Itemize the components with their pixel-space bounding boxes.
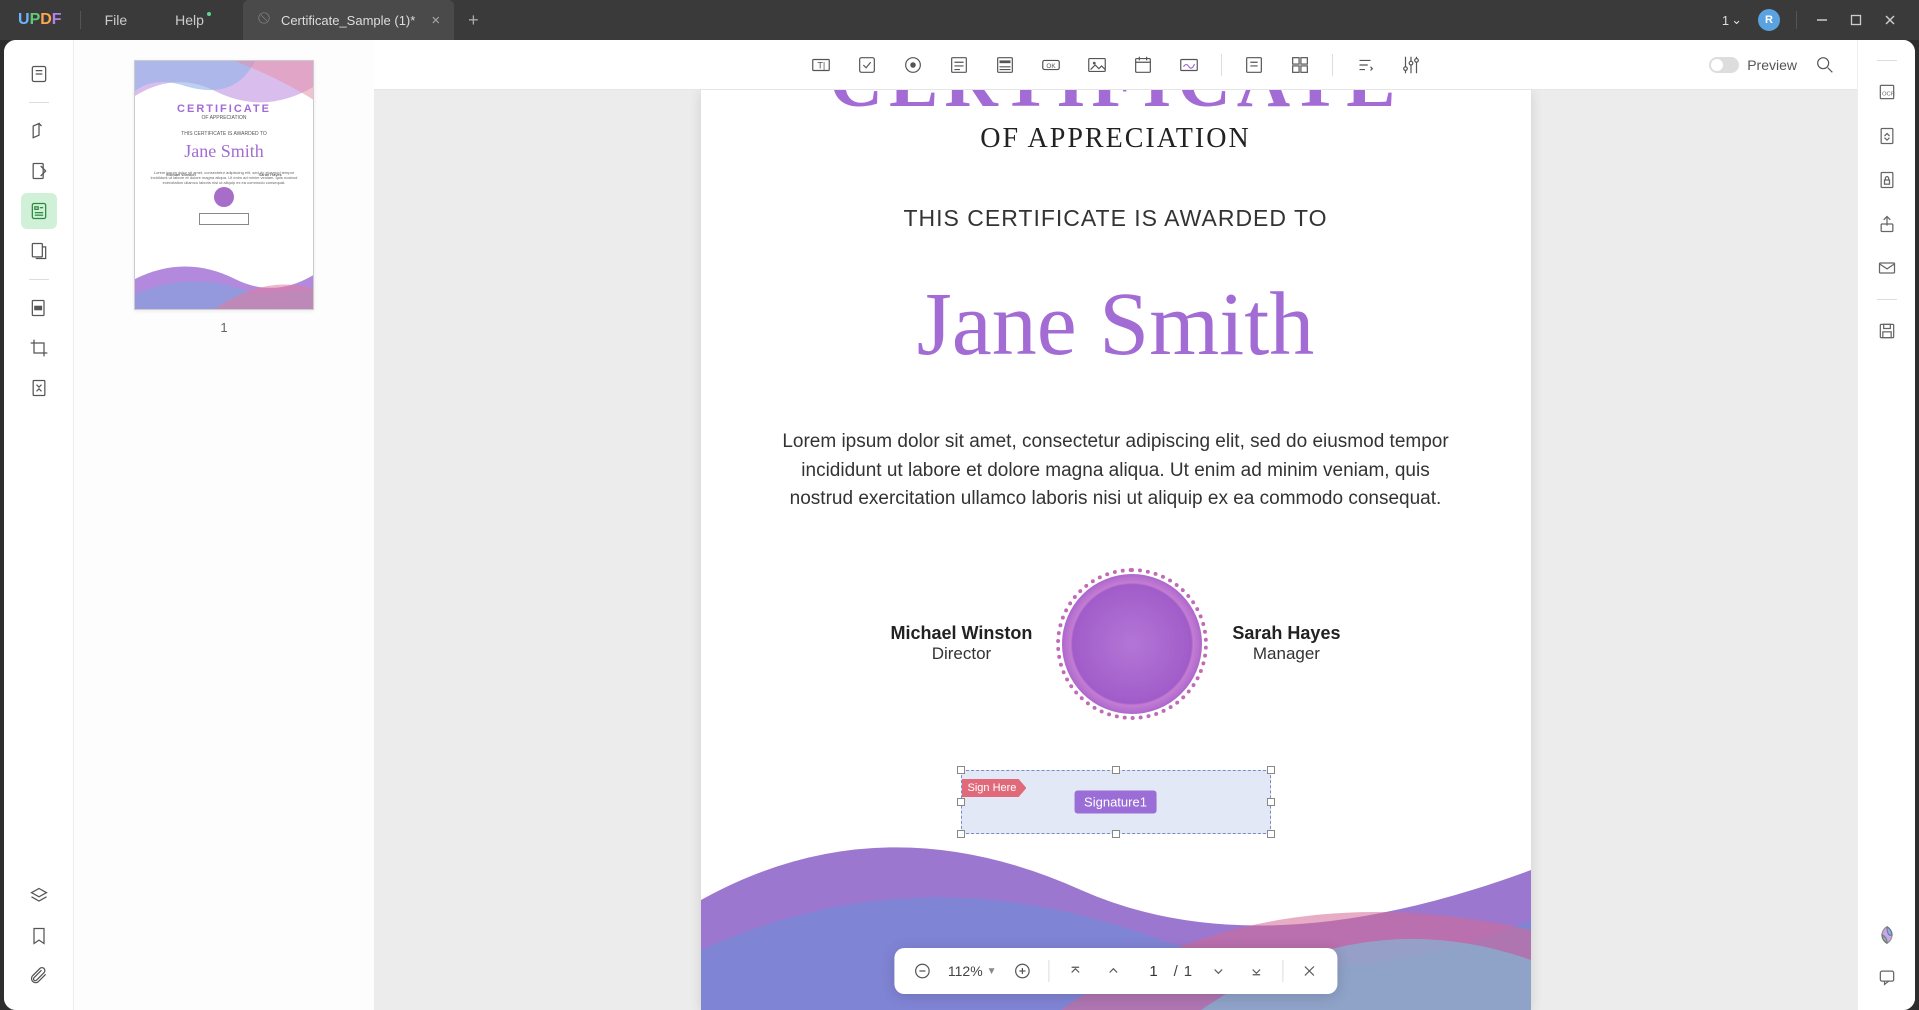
menu-help[interactable]: Help	[151, 12, 235, 28]
certificate-body: Lorem ipsum dolor sit amet, consectetur …	[781, 428, 1451, 514]
signature-field-label: Signature1	[1074, 791, 1157, 814]
thumb-decoration-top	[135, 61, 314, 121]
save-tool-icon[interactable]	[1870, 314, 1904, 348]
checkbox-tool-icon[interactable]	[853, 51, 881, 79]
resize-handle[interactable]	[1267, 766, 1275, 774]
menu-file[interactable]: File	[81, 12, 152, 28]
convert-tool-icon[interactable]	[1870, 119, 1904, 153]
previous-page-button[interactable]	[1102, 959, 1126, 983]
tab-close-button[interactable]: ×	[431, 12, 440, 29]
app-logo: UPDF	[0, 11, 80, 29]
separator	[1796, 11, 1797, 29]
thumb-decoration-bottom	[135, 259, 314, 309]
document-canvas[interactable]: T| OK Preview CERTIFICATE OF APPRECI	[374, 40, 1857, 1010]
next-page-button[interactable]	[1206, 959, 1230, 983]
signer-left: Michael Winston Director	[891, 623, 1033, 664]
certificate-subtitle: OF APPRECIATION	[701, 123, 1531, 155]
toggle-switch[interactable]	[1709, 57, 1739, 73]
page-navigation-bar: 112%▼ / 1	[894, 948, 1337, 994]
svg-text:OK: OK	[1046, 62, 1056, 69]
left-sidebar	[4, 40, 74, 1010]
signature-form-field[interactable]: Sign Here Signature1	[961, 770, 1271, 834]
image-field-tool-icon[interactable]	[1083, 51, 1111, 79]
resize-handle[interactable]	[957, 798, 965, 806]
form-properties-tool-icon[interactable]	[1397, 51, 1425, 79]
chat-tool-icon[interactable]	[1870, 960, 1904, 994]
window-count-dropdown[interactable]: 1⌄	[1722, 12, 1742, 28]
certificate-title: CERTIFICATE	[701, 90, 1531, 125]
current-page-input[interactable]	[1140, 963, 1168, 980]
button-tool-icon[interactable]: OK	[1037, 51, 1065, 79]
protect-tool-icon[interactable]	[1870, 163, 1904, 197]
redact-tool-icon[interactable]	[21, 290, 57, 326]
compress-tool-icon[interactable]	[21, 370, 57, 406]
right-sidebar: OCR	[1857, 40, 1915, 1010]
email-tool-icon[interactable]	[1870, 251, 1904, 285]
title-bar: UPDF File Help Certificate_Sample (1)* ×…	[0, 0, 1919, 40]
document-page[interactable]: CERTIFICATE OF APPRECIATION THIS CERTIFI…	[701, 90, 1531, 1010]
resize-handle[interactable]	[1112, 830, 1120, 838]
organize-pages-icon[interactable]	[21, 233, 57, 269]
document-tab[interactable]: Certificate_Sample (1)* ×	[243, 0, 454, 40]
svg-text:OCR: OCR	[1882, 91, 1895, 97]
layers-icon[interactable]	[21, 878, 57, 914]
page-indicator: / 1	[1140, 963, 1193, 980]
radio-tool-icon[interactable]	[899, 51, 927, 79]
svg-text:T|: T|	[817, 60, 825, 70]
form-fields-toolbar: T| OK Preview	[374, 40, 1857, 90]
form-tool-icon[interactable]	[21, 193, 57, 229]
bookmark-icon[interactable]	[21, 918, 57, 954]
last-page-button[interactable]	[1244, 959, 1268, 983]
awarded-to-line: THIS CERTIFICATE IS AWARDED TO	[701, 205, 1531, 232]
share-tool-icon[interactable]	[1870, 207, 1904, 241]
form-grid-tool-icon[interactable]	[1286, 51, 1314, 79]
close-window-button[interactable]	[1881, 11, 1899, 29]
sign-here-tag: Sign Here	[962, 779, 1027, 797]
first-page-button[interactable]	[1064, 959, 1088, 983]
signatures-row: Michael Winston Director Sarah Hayes Man…	[701, 574, 1531, 714]
resize-handle[interactable]	[957, 766, 965, 774]
signature-field-tool-icon[interactable]	[1175, 51, 1203, 79]
resize-handle[interactable]	[957, 830, 965, 838]
total-pages: 1	[1184, 963, 1192, 980]
tab-doc-icon	[257, 11, 271, 30]
app-body: CERTIFICATE OF APPRECIATION THIS CERTIFI…	[4, 40, 1915, 1010]
ai-assistant-icon[interactable]	[1870, 918, 1904, 952]
close-nav-button[interactable]	[1297, 959, 1321, 983]
maximize-button[interactable]	[1847, 11, 1865, 29]
reader-mode-icon[interactable]	[21, 56, 57, 92]
thumbnail-page-number: 1	[220, 320, 227, 335]
recipient-name: Jane Smith	[701, 262, 1531, 388]
attachment-icon[interactable]	[21, 958, 57, 994]
preview-label: Preview	[1747, 57, 1797, 73]
comment-tool-icon[interactable]	[21, 113, 57, 149]
signer-right: Sarah Hayes Manager	[1232, 623, 1340, 664]
new-tab-button[interactable]: +	[454, 10, 493, 31]
crop-tool-icon[interactable]	[21, 330, 57, 366]
certificate-seal-icon	[1062, 574, 1202, 714]
search-icon[interactable]	[1811, 51, 1839, 79]
zoom-in-button[interactable]	[1011, 959, 1035, 983]
page-thumbnail[interactable]: CERTIFICATE OF APPRECIATION THIS CERTIFI…	[134, 60, 314, 310]
form-align-tool-icon[interactable]	[1240, 51, 1268, 79]
preview-toggle[interactable]: Preview	[1709, 57, 1797, 73]
date-field-tool-icon[interactable]	[1129, 51, 1157, 79]
zoom-level-dropdown[interactable]: 112%▼	[948, 963, 997, 979]
listbox-tool-icon[interactable]	[991, 51, 1019, 79]
dropdown-tool-icon[interactable]	[945, 51, 973, 79]
resize-handle[interactable]	[1112, 766, 1120, 774]
resize-handle[interactable]	[1267, 798, 1275, 806]
edit-tool-icon[interactable]	[21, 153, 57, 189]
thumbnail-panel: CERTIFICATE OF APPRECIATION THIS CERTIFI…	[74, 40, 374, 1010]
zoom-out-button[interactable]	[910, 959, 934, 983]
ocr-tool-icon[interactable]: OCR	[1870, 75, 1904, 109]
form-order-tool-icon[interactable]	[1351, 51, 1379, 79]
user-avatar[interactable]: R	[1758, 9, 1780, 31]
text-field-tool-icon[interactable]: T|	[807, 51, 835, 79]
tab-title: Certificate_Sample (1)*	[281, 13, 415, 28]
resize-handle[interactable]	[1267, 830, 1275, 838]
minimize-button[interactable]	[1813, 11, 1831, 29]
